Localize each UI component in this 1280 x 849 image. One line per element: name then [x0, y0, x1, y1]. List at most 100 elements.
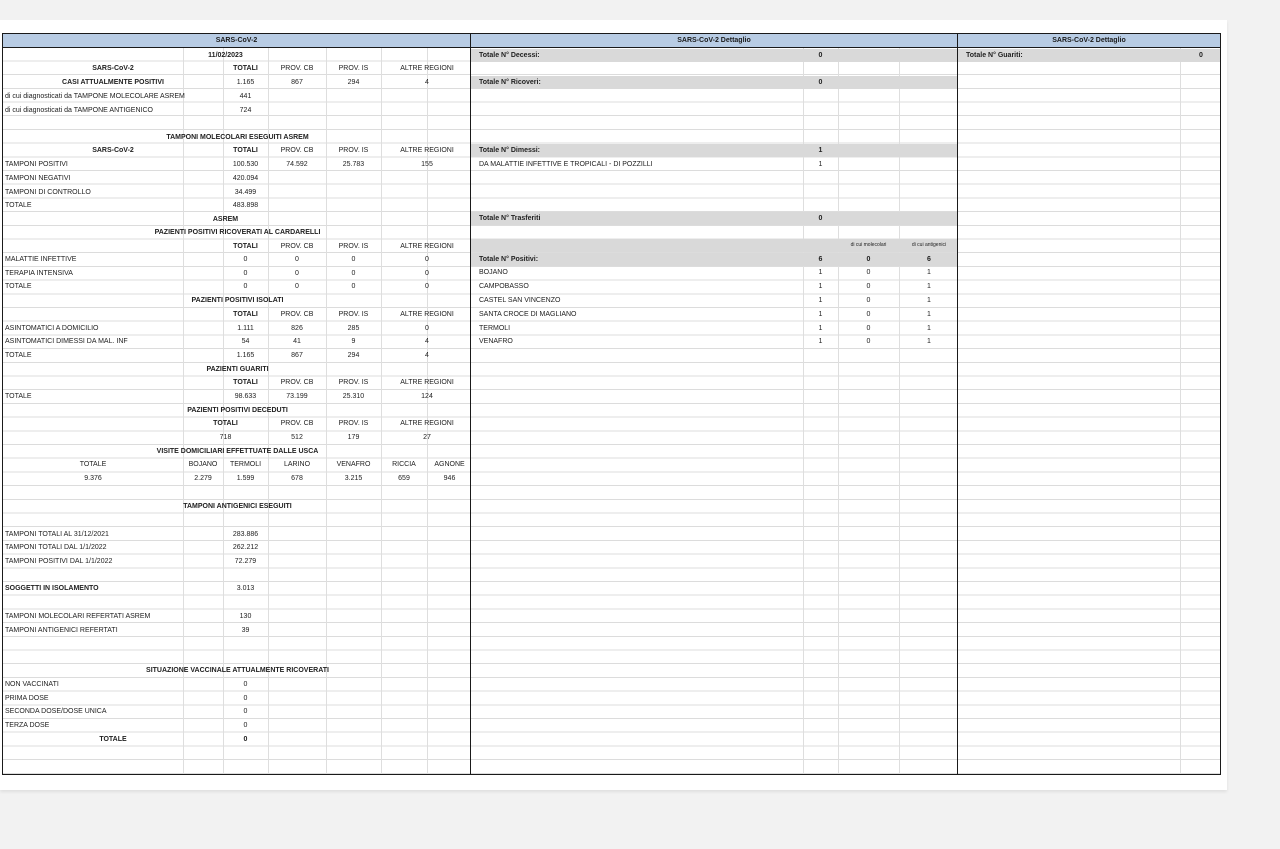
cell-value: 27	[423, 434, 431, 441]
section-title: SITUAZIONE VACCINALE ATTUALMENTE RICOVER…	[146, 667, 329, 674]
cell-value: 0	[243, 681, 248, 688]
row-label: di cui diagnosticati da TAMPONE ANTIGENI…	[5, 107, 153, 114]
cell-value: 100.530	[232, 161, 259, 168]
row-highlight	[471, 212, 957, 225]
cell-value: 1.111	[237, 325, 254, 332]
col-header-altre: ALTRE REGIONI	[400, 311, 454, 318]
cell-value: 1	[818, 283, 823, 290]
cell-value: 25.310	[342, 393, 365, 400]
cell-value: 512	[291, 434, 303, 441]
panel-header: SARS-CoV-2 Dettaglio	[958, 34, 1220, 48]
col-header-totali: TOTALI	[233, 379, 258, 386]
row-label: TOTALE	[5, 283, 32, 290]
col-header-is: PROV. IS	[338, 379, 369, 386]
cell-value: 25.783	[342, 161, 365, 168]
cell-value: 1	[927, 325, 931, 332]
row-label: TERAPIA INTENSIVA	[5, 270, 73, 277]
cell-value: 285	[347, 325, 360, 332]
section-title: TAMPONI MOLECOLARI ESEGUITI ASREM	[166, 134, 309, 141]
col-header-totali: TOTALI	[233, 147, 258, 154]
row-label: TOTALE	[5, 393, 32, 400]
cell-value: 0	[866, 283, 871, 290]
cell-value: 9	[351, 338, 356, 345]
usca-value: 946	[443, 475, 456, 482]
cell-value: 0	[295, 283, 299, 290]
cell-value: 1	[818, 147, 823, 154]
usca-value: 9.376	[84, 475, 102, 482]
usca-header: LARINO	[283, 461, 311, 468]
cell-value: 0	[351, 283, 356, 290]
row-label: Totale N° Decessi:	[479, 52, 540, 59]
cell-value: 718	[219, 434, 232, 441]
col-header-cb: PROV. CB	[280, 311, 314, 318]
cell-value: 6	[927, 256, 931, 263]
usca-header: VENAFRO	[336, 461, 371, 468]
cell-value: 867	[291, 352, 303, 359]
row-label: TOTALE	[99, 736, 127, 743]
cell-value: 0	[243, 695, 248, 702]
cell-value: 0	[243, 708, 248, 715]
row-label: ASINTOMATICI A DOMICILIO	[5, 325, 99, 332]
section-title: TAMPONI ANTIGENICI ESEGUITI	[183, 503, 292, 510]
col-header-altre: ALTRE REGIONI	[400, 420, 454, 427]
row-label: TAMPONI MOLECOLARI REFERTATI ASREM	[5, 613, 151, 620]
row-label: Totale N° Guariti:	[966, 52, 1023, 59]
cell-value: 6	[818, 256, 823, 263]
cell-value: 54	[241, 338, 250, 345]
row-label: ASINTOMATICI DIMESSI DA MAL. INF	[5, 338, 128, 345]
cell-value: 0	[866, 311, 871, 318]
col-header-cb: PROV. CB	[280, 65, 314, 72]
usca-header: RICCIA	[392, 461, 416, 468]
row-label: di cui diagnosticati da TAMPONE MOLECOLA…	[5, 93, 185, 100]
row-label: TAMPONI TOTALI AL 31/12/2021	[5, 531, 109, 538]
section-title: PAZIENTI POSITIVI ISOLATI	[191, 297, 284, 304]
col-header-is: PROV. IS	[338, 65, 369, 72]
usca-value: 2.279	[194, 475, 212, 482]
col-header-is: PROV. IS	[338, 147, 369, 154]
cell-value: 0	[295, 256, 299, 263]
cell-value: 74.592	[286, 161, 308, 168]
cell-value: 98.633	[234, 393, 257, 400]
row-label: TERZA DOSE	[5, 722, 50, 729]
col-header-altre: ALTRE REGIONI	[400, 243, 454, 250]
col-header-is: PROV. IS	[338, 243, 369, 250]
panel-dettaglio-guariti: SARS-CoV-2 Dettaglio Totale N° Guariti: …	[957, 33, 1221, 775]
col-header-altre: ALTRE REGIONI	[400, 379, 454, 386]
row-label: CASI ATTUALMENTE POSITIVI	[62, 79, 164, 86]
row-label: TAMPONI DI CONTROLLO	[5, 189, 91, 196]
section-title: VISITE DOMICILIARI EFFETTUATE DALLE USCA	[156, 448, 319, 455]
row-label: SARS-CoV-2	[92, 65, 134, 72]
row-highlight	[471, 144, 957, 157]
usca-header: BOJANO	[188, 461, 218, 468]
cell-value: 4	[425, 352, 429, 359]
col-header-totali: TOTALI	[213, 420, 238, 427]
cell-value: 0	[425, 270, 429, 277]
col-header-cb: PROV. CB	[280, 243, 314, 250]
col-header-cb: PROV. CB	[280, 379, 314, 386]
cell-value: 34.499	[234, 189, 257, 196]
col-header-molecolari: di cui molecolari	[850, 242, 887, 248]
comune-name: CAMPOBASSO	[479, 283, 529, 290]
row-label: Totale N° Positivi:	[479, 256, 539, 263]
col-header-cb: PROV. CB	[280, 420, 314, 427]
comune-name: TERMOLI	[479, 325, 511, 332]
section-title: PAZIENTI POSITIVI DECEDUTI	[187, 407, 288, 414]
cell-value: 0	[425, 283, 429, 290]
cell-value: 124	[421, 393, 433, 400]
panel-header: SARS-CoV-2	[3, 34, 470, 48]
row-highlight	[471, 76, 957, 89]
cell-value: 420.094	[232, 175, 259, 182]
cell-value: 0	[243, 283, 248, 290]
panel-sars-cov-2: SARS-CoV-2 11/02/2023 SARS-CoV-2 TOTALI …	[2, 33, 471, 775]
row-label: Totale N° Trasferiti	[479, 215, 541, 222]
cell-value: 1	[927, 311, 931, 318]
col-header-antigenici: di cui antigenici	[911, 242, 947, 248]
cell-value: 0	[866, 297, 871, 304]
cell-value: 441	[239, 93, 252, 100]
panel-header: SARS-CoV-2 Dettaglio	[471, 34, 957, 48]
usca-header: TERMOLI	[229, 461, 262, 468]
usca-value: 3.215	[344, 475, 363, 482]
cell-value: 0	[425, 325, 429, 332]
cell-value: 0	[818, 215, 823, 222]
row-label: TAMPONI TOTALI DAL 1/1/2022	[5, 544, 107, 551]
